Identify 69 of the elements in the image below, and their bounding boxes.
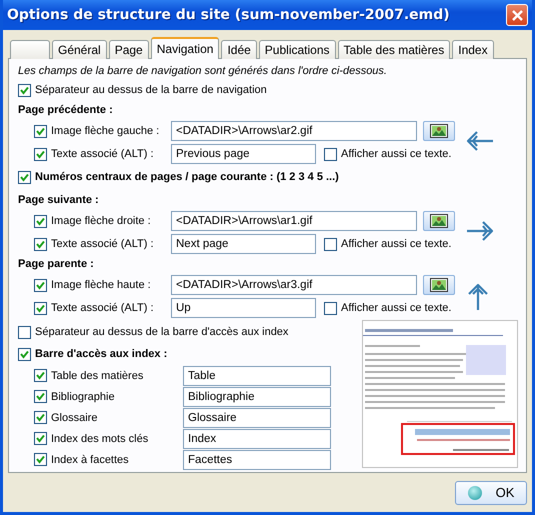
checkbox[interactable] (34, 238, 47, 250)
tab[interactable]: Navigation (150, 37, 220, 59)
tab[interactable]: Index (452, 40, 494, 59)
section-heading: Page précédente : (18, 103, 114, 118)
tab[interactable]: Page (108, 40, 149, 59)
checkbox[interactable] (34, 453, 47, 466)
checkbox-label: Table des matières (51, 370, 144, 382)
tab[interactable]: Publications (258, 40, 336, 59)
picture-icon (430, 214, 448, 228)
checkbox-label: Afficher aussi ce texte. (341, 238, 452, 250)
checkbox-label: Texte associé (ALT) : (51, 148, 154, 160)
section-heading: Page parente : (18, 257, 95, 272)
checkbox[interactable] (34, 411, 47, 424)
checkbox[interactable] (34, 214, 47, 228)
path-field[interactable]: <DATADIR>\Arrows\ar1.gif (171, 211, 417, 231)
section-heading: Page suivante : (18, 193, 100, 208)
tab[interactable] (10, 40, 50, 59)
label-field[interactable]: Facettes (183, 450, 331, 470)
label-field[interactable]: Table (183, 366, 331, 386)
checkbox-label: Numéros centraux de pages / page courante : (1 2 3 4 5 ...) (35, 171, 339, 183)
checkbox-label: Séparateur au dessus de la barre d'accès aux index (35, 326, 288, 338)
alt-text-field[interactable]: Previous page (171, 144, 316, 164)
picture-icon (430, 124, 448, 138)
path-field[interactable]: <DATADIR>\Arrows\ar2.gif (171, 121, 417, 141)
alt-text-field[interactable]: Up (171, 298, 316, 318)
close-button[interactable] (506, 4, 528, 26)
tab[interactable]: Table des matières (338, 40, 450, 59)
path-field[interactable]: <DATADIR>\Arrows\ar3.gif (171, 275, 417, 295)
checkbox-label: Glossaire (51, 412, 98, 424)
checkbox[interactable] (324, 302, 337, 314)
checkbox[interactable] (324, 148, 337, 160)
tab[interactable]: Général (52, 40, 107, 59)
close-icon (510, 8, 524, 22)
checkbox[interactable] (18, 348, 31, 360)
checkbox[interactable] (34, 278, 47, 292)
checkbox-label: Texte associé (ALT) : (51, 238, 154, 250)
checkbox-label: Index des mots clés (51, 432, 148, 444)
checkbox-label: Texte associé (ALT) : (51, 302, 154, 314)
checkbox-label: Barre d'accès aux index : (35, 348, 168, 360)
window-title: Options de structure du site (sum-november-2007.emd) (7, 7, 450, 23)
checkbox-label: Image flèche haute : (51, 279, 151, 291)
checkbox-label: Image flèche droite : (51, 215, 151, 227)
checkbox[interactable] (18, 326, 31, 338)
checkbox[interactable] (34, 390, 47, 403)
checkbox-label: Séparateur au dessus de la barre de navigation (35, 84, 267, 96)
checkbox[interactable] (34, 432, 47, 445)
checkbox[interactable] (18, 170, 31, 184)
checkbox[interactable] (34, 369, 47, 382)
checkbox-label: Bibliographie (51, 390, 115, 402)
label-field[interactable]: Index (183, 428, 331, 448)
ok-button[interactable]: OK (455, 480, 527, 504)
checkbox[interactable] (34, 124, 47, 138)
tab[interactable]: Idée (221, 40, 257, 59)
checkbox[interactable] (324, 238, 337, 250)
browse-image-button[interactable] (423, 211, 455, 231)
checkbox[interactable] (34, 302, 47, 314)
picture-icon (430, 278, 448, 292)
note-text: Les champs de la barre de navigation sont générés dans l'ordre ci-dessous. (18, 64, 388, 79)
checkbox-label: Index à facettes (51, 454, 129, 466)
checkbox-label: Afficher aussi ce texte. (341, 148, 452, 160)
checkbox[interactable] (18, 84, 31, 96)
browse-image-button[interactable] (423, 275, 455, 295)
checkbox[interactable] (34, 148, 47, 160)
checkbox-label: Afficher aussi ce texte. (341, 302, 452, 314)
alt-text-field[interactable]: Next page (171, 234, 316, 254)
label-field[interactable]: Glossaire (183, 408, 331, 428)
label-field[interactable]: Bibliographie (183, 386, 331, 406)
browse-image-button[interactable] (423, 121, 455, 141)
checkbox-label: Image flèche gauche : (51, 125, 160, 137)
